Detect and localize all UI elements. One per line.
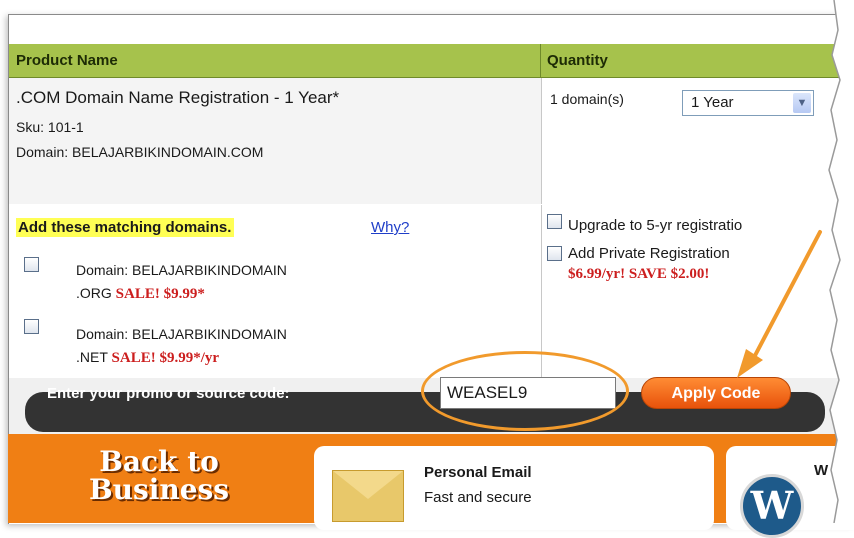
torn-edge — [828, 0, 854, 523]
annotation-arrow — [737, 230, 822, 378]
